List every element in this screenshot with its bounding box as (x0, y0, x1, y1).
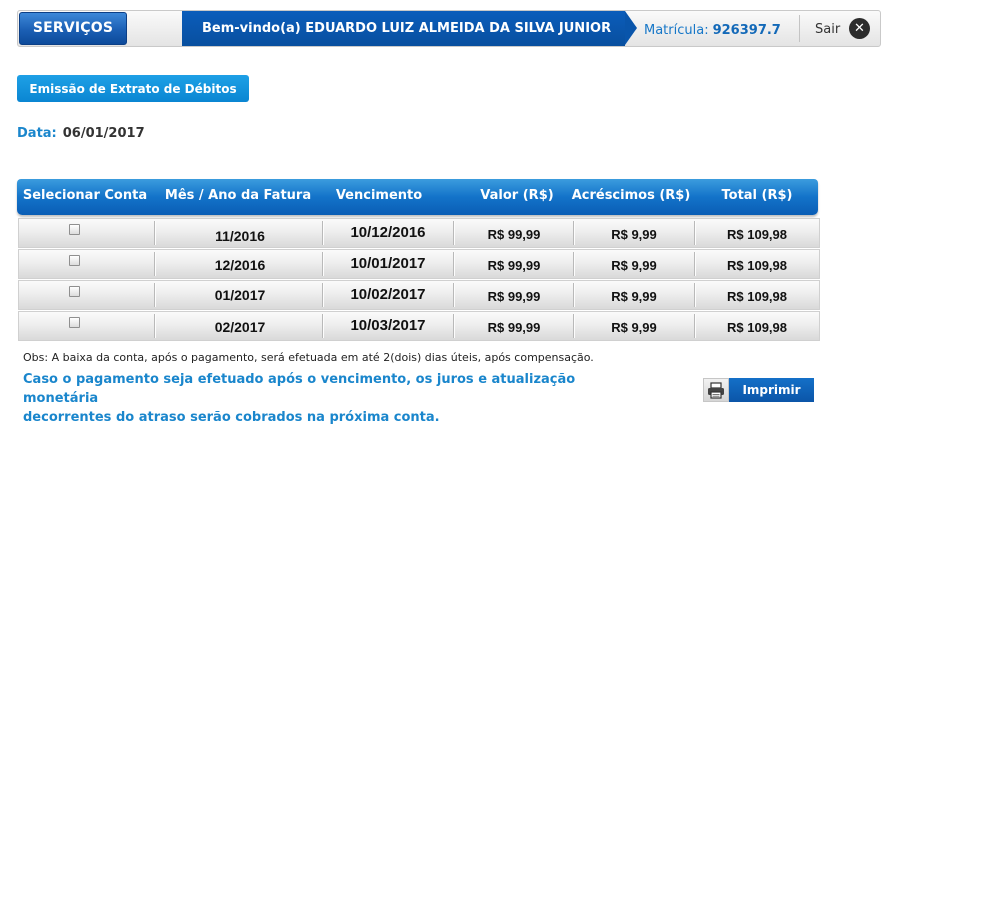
matricula-info: Matrícula: 926397.7 (644, 11, 781, 46)
cell-value: R$ 99,99 (487, 258, 541, 273)
cell-total: R$ 109,98 (727, 320, 787, 335)
select-account-checkbox[interactable] (69, 255, 80, 266)
column-header-total: Total (R$) (721, 188, 793, 203)
table-row: 11/2016 10/12/2016 R$ 99,99 R$ 9,99 R$ 1… (18, 218, 820, 248)
table-header: Selecionar Conta Mês / Ano da Fatura Ven… (17, 179, 818, 215)
logout-link[interactable]: Sair (815, 11, 840, 46)
top-bar: SERVIÇOS Bem-vindo(a) EDUARDO LUIZ ALMEI… (17, 10, 881, 47)
column-header-value: Valor (R$) (480, 188, 554, 203)
welcome-banner: Bem-vindo(a) EDUARDO LUIZ ALMEIDA DA SIL… (182, 11, 625, 46)
printer-icon-graphic (708, 382, 724, 399)
table-row: 01/2017 10/02/2017 R$ 99,99 R$ 9,99 R$ 1… (18, 280, 820, 310)
late-payment-warning: Caso o pagamento seja efetuado após o ve… (23, 370, 643, 427)
date-label: Data: (17, 126, 57, 141)
cell-additions: R$ 9,99 (611, 227, 657, 242)
print-button[interactable]: Imprimir (729, 378, 814, 402)
cell-value: R$ 99,99 (487, 227, 541, 242)
cell-total: R$ 109,98 (727, 258, 787, 273)
close-circle-icon[interactable]: ✕ (849, 18, 870, 39)
column-header-additions: Acréscimos (R$) (571, 188, 691, 203)
page-title: Emissão de Extrato de Débitos (17, 75, 249, 102)
header-divider (799, 15, 800, 42)
select-account-checkbox[interactable] (69, 224, 80, 235)
welcome-banner-arrow (625, 11, 637, 45)
warning-line: decorrentes do atraso serão cobrados na … (23, 410, 440, 425)
cell-due-date: 10/12/2016 (350, 224, 426, 241)
cell-value: R$ 99,99 (487, 289, 541, 304)
table-row: 12/2016 10/01/2017 R$ 99,99 R$ 9,99 R$ 1… (18, 249, 820, 279)
services-button[interactable]: SERVIÇOS (19, 12, 127, 45)
printer-icon[interactable] (703, 378, 729, 402)
matricula-label: Matrícula: (644, 23, 709, 38)
cell-month-year: 11/2016 (215, 228, 265, 244)
cell-due-date: 10/02/2017 (350, 286, 426, 303)
cell-value: R$ 99,99 (487, 320, 541, 335)
cell-month-year: 01/2017 (214, 287, 266, 303)
cell-due-date: 10/01/2017 (350, 255, 426, 272)
warning-line: Caso o pagamento seja efetuado após o ve… (23, 372, 576, 406)
column-header-due-date: Vencimento (335, 188, 423, 203)
obs-note: Obs: A baixa da conta, após o pagamento,… (23, 351, 594, 364)
date-value: 06/01/2017 (62, 126, 145, 141)
cell-additions: R$ 9,99 (611, 289, 657, 304)
cell-additions: R$ 9,99 (611, 320, 657, 335)
column-header-select: Selecionar Conta (22, 188, 148, 203)
cell-total: R$ 109,98 (727, 289, 787, 304)
table-row: 02/2017 10/03/2017 R$ 99,99 R$ 9,99 R$ 1… (18, 311, 820, 341)
select-account-checkbox[interactable] (69, 286, 80, 297)
matricula-value: 926397.7 (712, 23, 781, 38)
column-header-month-year: Mês / Ano da Fatura (164, 188, 312, 203)
cell-month-year: 02/2017 (214, 319, 266, 335)
select-account-checkbox[interactable] (69, 317, 80, 328)
cell-additions: R$ 9,99 (611, 258, 657, 273)
cell-total: R$ 109,98 (727, 227, 787, 242)
cell-due-date: 10/03/2017 (350, 317, 426, 334)
cell-month-year: 12/2016 (214, 257, 266, 273)
date-row: Data: 06/01/2017 (17, 126, 145, 141)
